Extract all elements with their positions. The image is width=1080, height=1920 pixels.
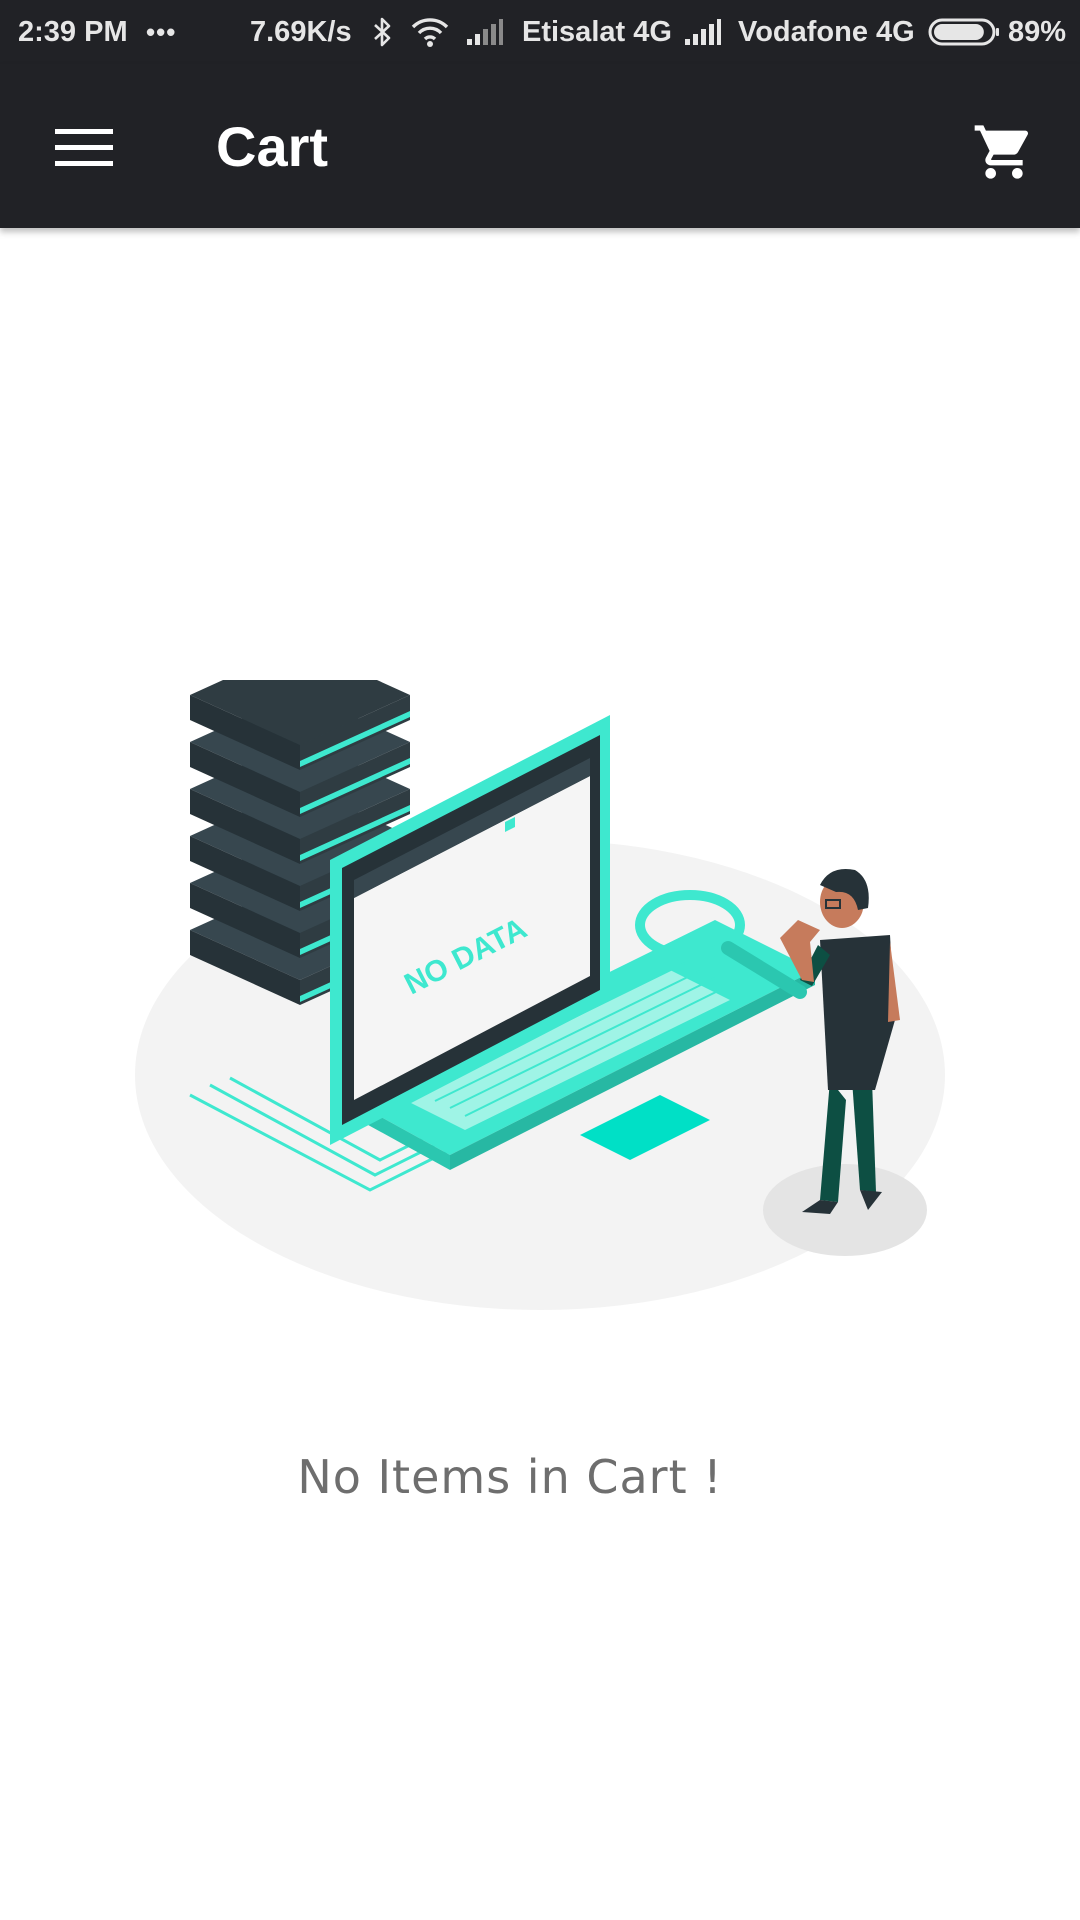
- status-bar: 2:39 PM ••• 7.69K/s Etisalat 4G Vodafone…: [0, 0, 1080, 64]
- app-bar: Cart: [0, 64, 1080, 228]
- battery-icon: [928, 0, 1000, 64]
- page-title: Cart: [216, 114, 329, 178]
- carrier-2: Vodafone 4G: [738, 15, 915, 48]
- wifi-icon: [410, 0, 450, 64]
- carrier-1: Etisalat 4G: [522, 15, 672, 48]
- bluetooth-icon: [372, 0, 394, 64]
- signal-icon-sim2: [684, 0, 722, 64]
- signal-icon-sim1: [466, 0, 504, 64]
- battery-percent: 89%: [1008, 15, 1067, 48]
- cart-button[interactable]: [960, 108, 1048, 196]
- shopping-cart-icon: [974, 125, 1029, 179]
- menu-button[interactable]: [40, 104, 128, 192]
- empty-cart-illustration: NO DATA: [135, 680, 945, 1310]
- status-more-dots: •••: [146, 16, 177, 47]
- hamburger-menu-icon: [55, 129, 113, 166]
- empty-cart-message: No Items in Cart !: [297, 1450, 723, 1504]
- network-speed: 7.69K/s: [250, 15, 352, 48]
- status-time: 2:39 PM: [18, 15, 128, 48]
- person-shadow: [763, 1164, 927, 1256]
